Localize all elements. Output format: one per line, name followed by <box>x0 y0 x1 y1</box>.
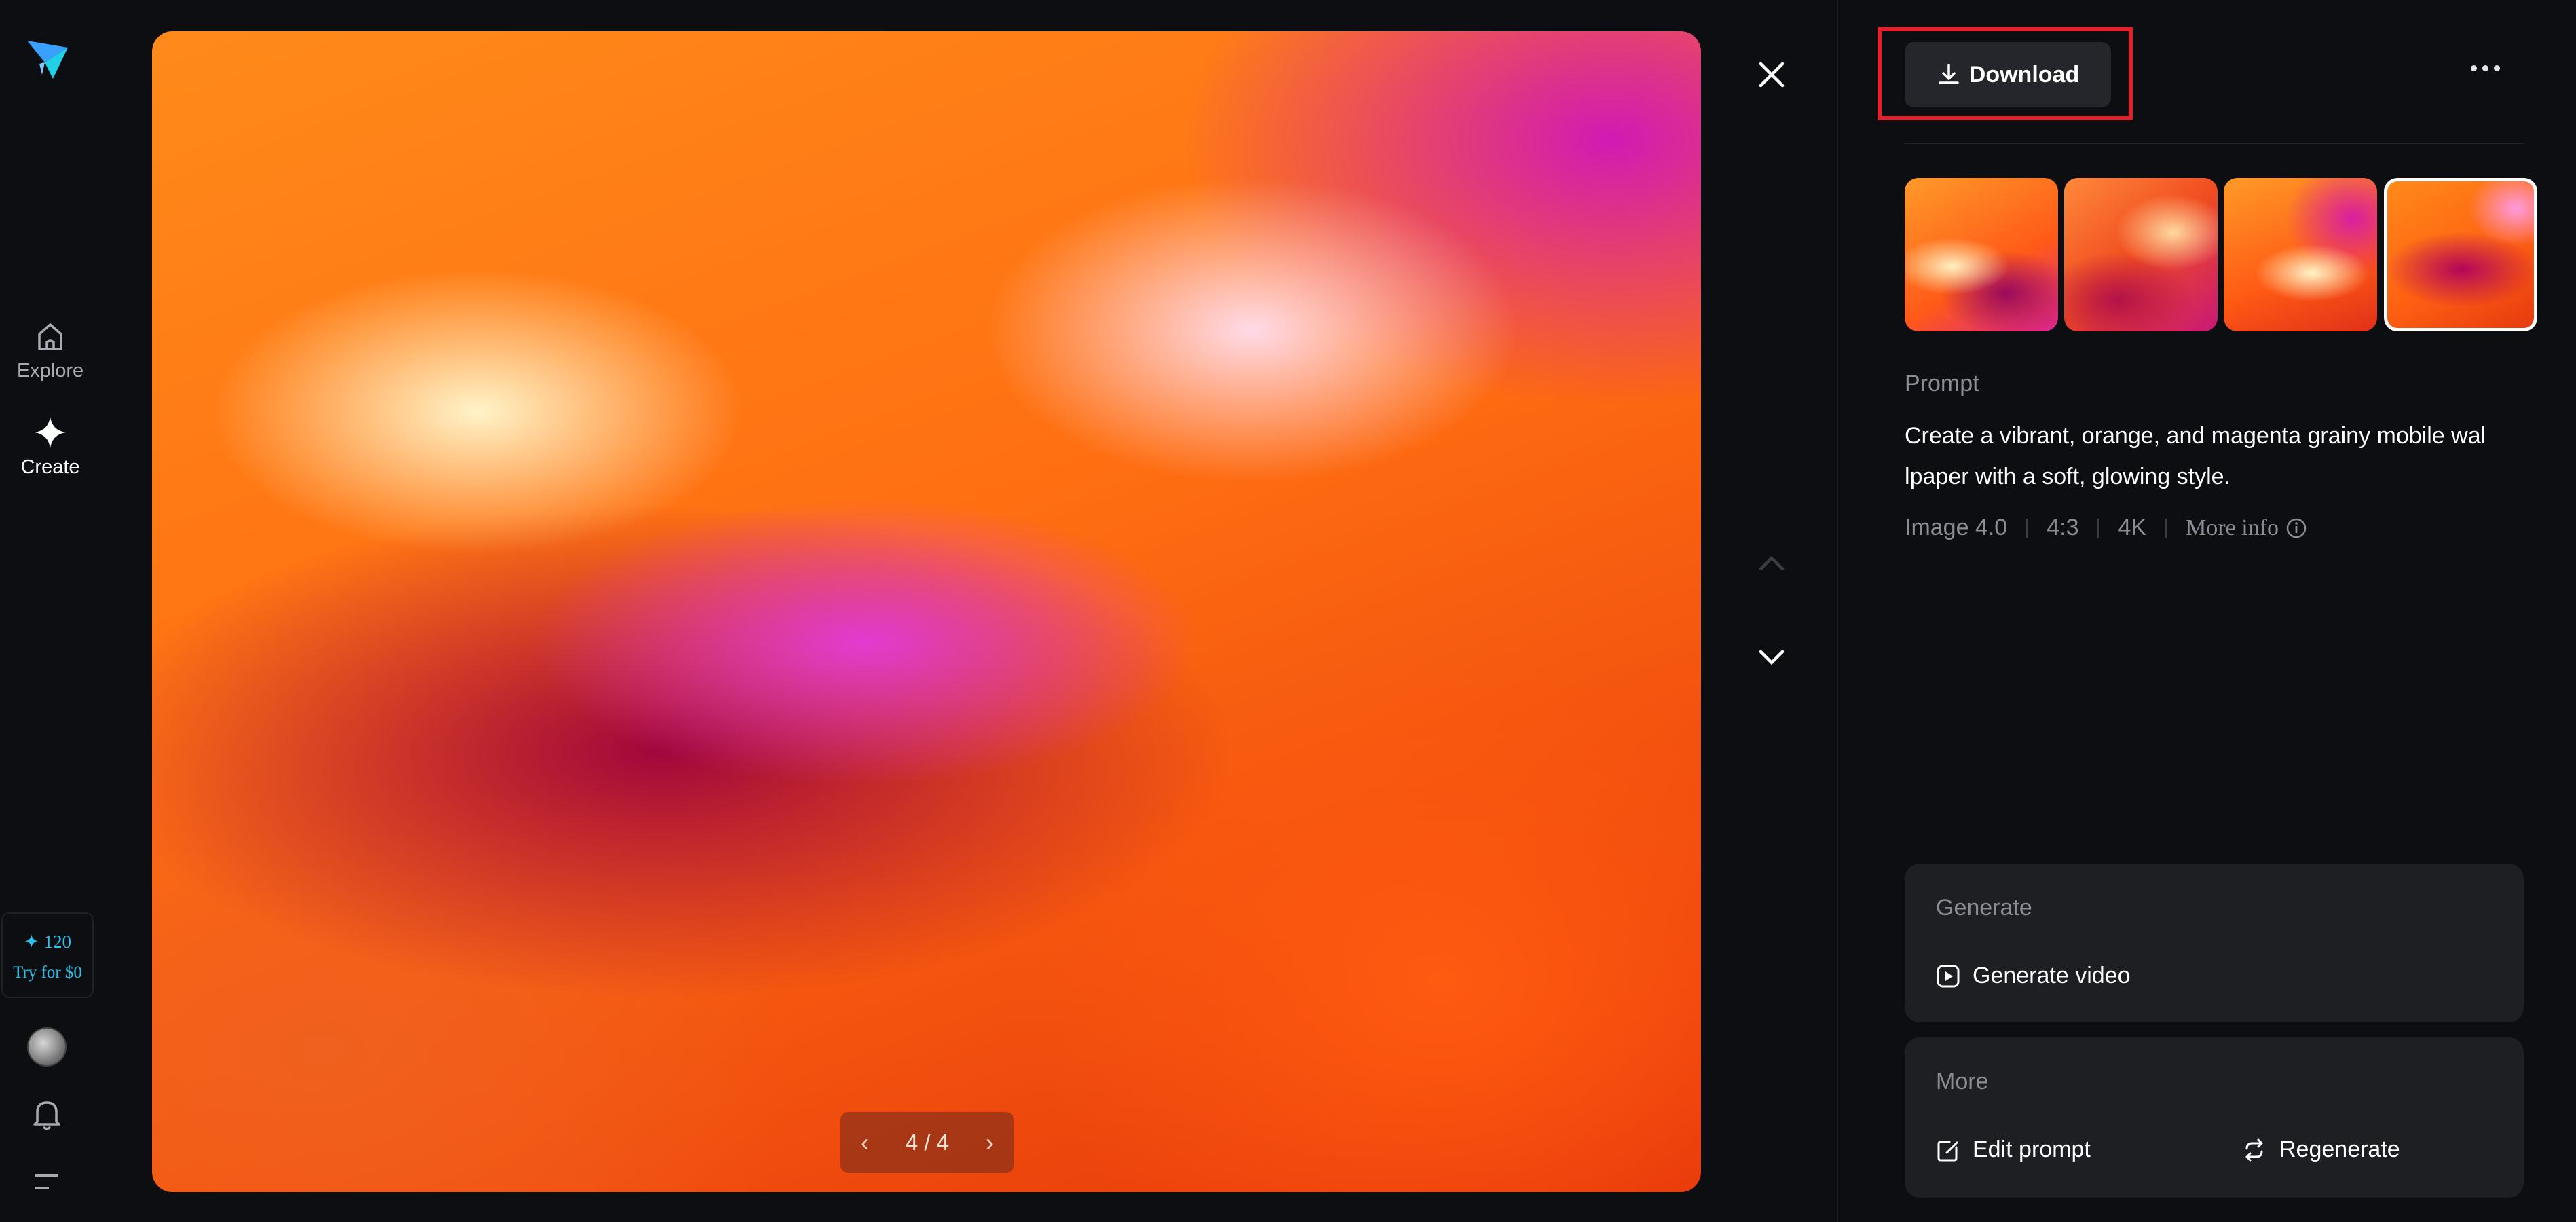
close-icon[interactable] <box>1757 60 1787 93</box>
download-button[interactable]: Download <box>1905 42 2111 107</box>
image-pager: ‹ 4 / 4 › <box>840 1112 1014 1173</box>
edit-icon <box>1937 1141 1958 1161</box>
more-info-link[interactable]: More info <box>2186 515 2307 541</box>
chevron-left-icon[interactable]: ‹ <box>861 1128 869 1157</box>
panel-divider <box>1837 0 1838 1222</box>
thumbnail-2[interactable] <box>2064 178 2218 331</box>
image-viewer[interactable]: ‹ 4 / 4 › <box>152 31 1701 1192</box>
prompt-label: Prompt <box>1905 371 1979 396</box>
thumbnail-3[interactable] <box>2224 178 2377 331</box>
download-label: Download <box>1968 61 2080 88</box>
previous-image-button[interactable] <box>1757 553 1787 576</box>
refresh-icon <box>2245 1138 2263 1161</box>
nav-explore[interactable]: Explore <box>0 320 100 382</box>
more-card: More Edit prompt Regenerate <box>1905 1037 2524 1198</box>
generate-video-button[interactable]: Generate video <box>1936 963 2131 989</box>
download-icon <box>1939 64 1959 84</box>
thumbnail-4-selected[interactable] <box>2384 178 2537 331</box>
more-horizontal-icon[interactable] <box>2471 65 2500 71</box>
app-logo-icon[interactable] <box>24 35 71 84</box>
meta-model: Image 4.0 <box>1905 515 2008 540</box>
sparkle-icon <box>35 417 66 448</box>
menu-icon[interactable] <box>34 1172 61 1196</box>
home-icon <box>38 323 62 350</box>
credits-count: ✦ 120 <box>24 931 71 952</box>
nav-create-label: Create <box>20 456 80 478</box>
pager-count: 4 / 4 <box>905 1130 950 1155</box>
bell-icon[interactable] <box>32 1098 62 1134</box>
more-card-title: More <box>1936 1069 1989 1094</box>
user-avatar[interactable] <box>27 1027 67 1067</box>
generate-card-title: Generate <box>1936 895 2032 921</box>
header-divider <box>1905 143 2524 144</box>
chevron-down-icon <box>1759 650 1785 665</box>
generate-video-label: Generate video <box>1973 963 2131 988</box>
thumbnail-1[interactable] <box>1905 178 2058 331</box>
regenerate-label: Regenerate <box>2279 1136 2400 1162</box>
play-square-icon <box>1937 965 1960 987</box>
info-icon <box>2286 518 2307 538</box>
generate-card: Generate Generate video <box>1905 864 2524 1022</box>
chevron-up-icon <box>1759 555 1785 571</box>
prompt-text: Create a vibrant, orange, and magenta gr… <box>1905 423 2486 489</box>
regenerate-button[interactable]: Regenerate <box>2241 1136 2400 1163</box>
more-info-label: More info <box>2186 515 2279 540</box>
credits-badge[interactable]: ✦ 120 Try for $0 <box>1 912 94 998</box>
nav-explore-label: Explore <box>16 360 84 382</box>
meta-ratio: 4:3 <box>2047 515 2079 540</box>
edit-prompt-button[interactable]: Edit prompt <box>1936 1136 2091 1163</box>
chevron-right-icon[interactable]: › <box>986 1128 994 1157</box>
next-image-button[interactable] <box>1757 648 1787 671</box>
nav-create[interactable]: Create <box>0 415 100 479</box>
image-meta: Image 4.0 4:3 4K More info <box>1905 515 2307 541</box>
try-free-link[interactable]: Try for $0 <box>3 963 92 982</box>
edit-prompt-label: Edit prompt <box>1973 1136 2091 1162</box>
left-sidebar: Explore Create ✦ 120 Try for $0 <box>0 0 100 1222</box>
meta-resolution: 4K <box>2118 515 2147 540</box>
